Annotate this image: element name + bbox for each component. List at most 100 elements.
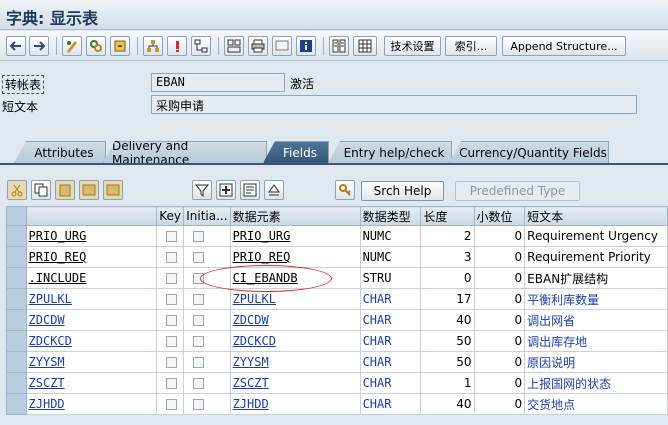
key-header[interactable]: Key [156, 206, 185, 226]
field-name[interactable]: ZSCZT [29, 376, 65, 390]
length-cell[interactable]: 3 [420, 246, 475, 268]
table-row[interactable]: ZPULKL ZPULKL CHAR 17 0 平衡利库数量 [6, 288, 668, 310]
index-button[interactable]: 索引... [445, 36, 497, 56]
add-field-icon[interactable] [216, 180, 236, 200]
initial-checkbox[interactable] [193, 273, 205, 284]
structure-icon[interactable] [224, 36, 244, 56]
initial-checkbox[interactable] [193, 315, 205, 326]
length-cell[interactable]: 50 [420, 330, 475, 352]
print-icon[interactable] [248, 36, 268, 56]
data-type-cell[interactable]: STRU [359, 267, 422, 289]
data-type-header[interactable]: 数据类型 [359, 206, 422, 226]
key-checkbox[interactable] [166, 357, 178, 368]
initial-checkbox[interactable] [193, 252, 205, 263]
tab-entry-help-check[interactable]: Entry help/check [328, 141, 452, 163]
data-element-link[interactable]: ZPULKL [233, 292, 276, 306]
data-type-cell[interactable]: NUMC [359, 225, 422, 247]
data-type-cell[interactable]: CHAR [359, 330, 422, 352]
cut-icon[interactable] [7, 180, 27, 200]
row-selector[interactable] [6, 225, 27, 247]
tab-attributes[interactable]: Attributes [14, 141, 106, 163]
initial-checkbox[interactable] [193, 231, 205, 242]
key-checkbox[interactable] [166, 315, 178, 326]
data-type-cell[interactable]: CHAR [359, 393, 422, 415]
field-name[interactable]: ZDCDW [29, 313, 65, 327]
display-change-icon[interactable] [62, 36, 82, 56]
short-text-cell[interactable]: Requirement Urgency [524, 225, 668, 247]
activate-icon[interactable] [110, 36, 130, 56]
short-text-cell[interactable]: 调出库存地 [524, 330, 668, 352]
data-element-link[interactable]: PRIO_REQ [233, 250, 291, 264]
field-name[interactable]: ZYYSM [29, 355, 65, 369]
data-type-cell[interactable]: CHAR [359, 288, 422, 310]
short-text-cell[interactable]: 调出网省 [524, 309, 668, 331]
length-header[interactable]: 长度 [420, 206, 475, 226]
table-row[interactable]: PRIO_URG PRIO_URG NUMC 2 0 Requirement Urgenc… [6, 225, 668, 247]
length-cell[interactable]: 2 [420, 225, 475, 247]
key-checkbox[interactable] [166, 252, 178, 263]
decimals-cell[interactable]: 0 [473, 288, 526, 310]
length-cell[interactable]: 40 [420, 309, 475, 331]
short-text-cell[interactable]: 原因说明 [524, 351, 668, 373]
key-checkbox[interactable] [166, 273, 178, 284]
short-text-header[interactable]: 短文本 [524, 206, 668, 226]
decimals-cell[interactable]: 0 [473, 309, 526, 331]
data-element-link[interactable]: PRIO_URG [233, 229, 291, 243]
data-type-cell[interactable]: NUMC [359, 246, 422, 268]
data-element-header[interactable]: 数据元素 [229, 206, 361, 226]
length-cell[interactable]: 0 [420, 267, 475, 289]
predefined-type-button[interactable]: Predefined Type [455, 181, 580, 201]
tab-delivery-maintenance[interactable]: Delivery and Maintenance [103, 141, 267, 163]
table-row[interactable]: .INCLUDE CI_EBANDB STRU 0 0 EBAN扩展结构 [6, 267, 668, 289]
length-cell[interactable]: 1 [420, 372, 475, 394]
row-selector[interactable] [6, 351, 27, 373]
detail-icon[interactable] [240, 180, 260, 200]
key-checkbox[interactable] [166, 294, 178, 305]
decimals-cell[interactable]: 0 [473, 372, 526, 394]
data-element-link[interactable]: ZDCKCD [233, 334, 276, 348]
short-text-cell[interactable]: EBAN扩展结构 [524, 267, 668, 289]
filter-icon[interactable] [192, 180, 212, 200]
length-cell[interactable]: 40 [420, 393, 475, 415]
row-selector[interactable] [6, 309, 27, 331]
initial-checkbox[interactable] [193, 336, 205, 347]
length-cell[interactable]: 17 [420, 288, 475, 310]
decimals-cell[interactable]: 0 [473, 246, 526, 268]
length-cell[interactable]: 50 [420, 351, 475, 373]
delete-row-icon[interactable] [103, 180, 123, 200]
sort-icon[interactable] [264, 180, 284, 200]
decimals-cell[interactable]: 0 [473, 267, 526, 289]
short-text-cell[interactable]: Requirement Priority [524, 246, 668, 268]
table-row[interactable]: PRIO_REQ PRIO_REQ NUMC 3 0 Requirement Priori… [6, 246, 668, 268]
data-type-cell[interactable]: CHAR [359, 351, 422, 373]
short-text-cell[interactable]: 平衡利库数量 [524, 288, 668, 310]
decimals-cell[interactable]: 0 [473, 393, 526, 415]
initial-header[interactable]: Initia... [183, 206, 231, 226]
tech-settings-button[interactable]: 技术设置 [384, 36, 441, 56]
select-all-cell[interactable] [6, 206, 27, 226]
insert-row-icon[interactable] [79, 180, 99, 200]
key-checkbox[interactable] [166, 336, 178, 347]
row-selector[interactable] [6, 330, 27, 352]
data-element-link[interactable]: ZYYSM [233, 355, 269, 369]
data-element-link[interactable]: ZSCZT [233, 376, 269, 390]
table-row[interactable]: ZDCKCD ZDCKCD CHAR 50 0 调出库存地 [6, 330, 668, 352]
short-text-cell[interactable]: 交货地点 [524, 393, 668, 415]
copy-icon[interactable] [31, 180, 51, 200]
paste-icon[interactable] [55, 180, 75, 200]
data-element-link[interactable]: ZJHDD [233, 397, 269, 411]
decimals-header[interactable]: 小数位 [473, 206, 526, 226]
tab-currency-quantity[interactable]: Currency/Quantity Fields [449, 141, 609, 163]
table-row[interactable]: ZDCDW ZDCDW CHAR 40 0 调出网省 [6, 309, 668, 331]
key-checkbox[interactable] [166, 231, 178, 242]
short-text-cell[interactable]: 上报国网的状态 [524, 372, 668, 394]
decimals-cell[interactable]: 0 [473, 351, 526, 373]
srch-help-button[interactable]: Srch Help [361, 181, 444, 201]
field-name[interactable]: ZPULKL [29, 292, 72, 306]
row-selector[interactable] [6, 246, 27, 268]
table-name-field[interactable]: EBAN [151, 73, 285, 92]
field-name[interactable]: PRIO_REQ [29, 250, 87, 264]
key-icon[interactable] [335, 180, 355, 200]
other-object-icon[interactable] [86, 36, 106, 56]
initial-checkbox[interactable] [193, 357, 205, 368]
